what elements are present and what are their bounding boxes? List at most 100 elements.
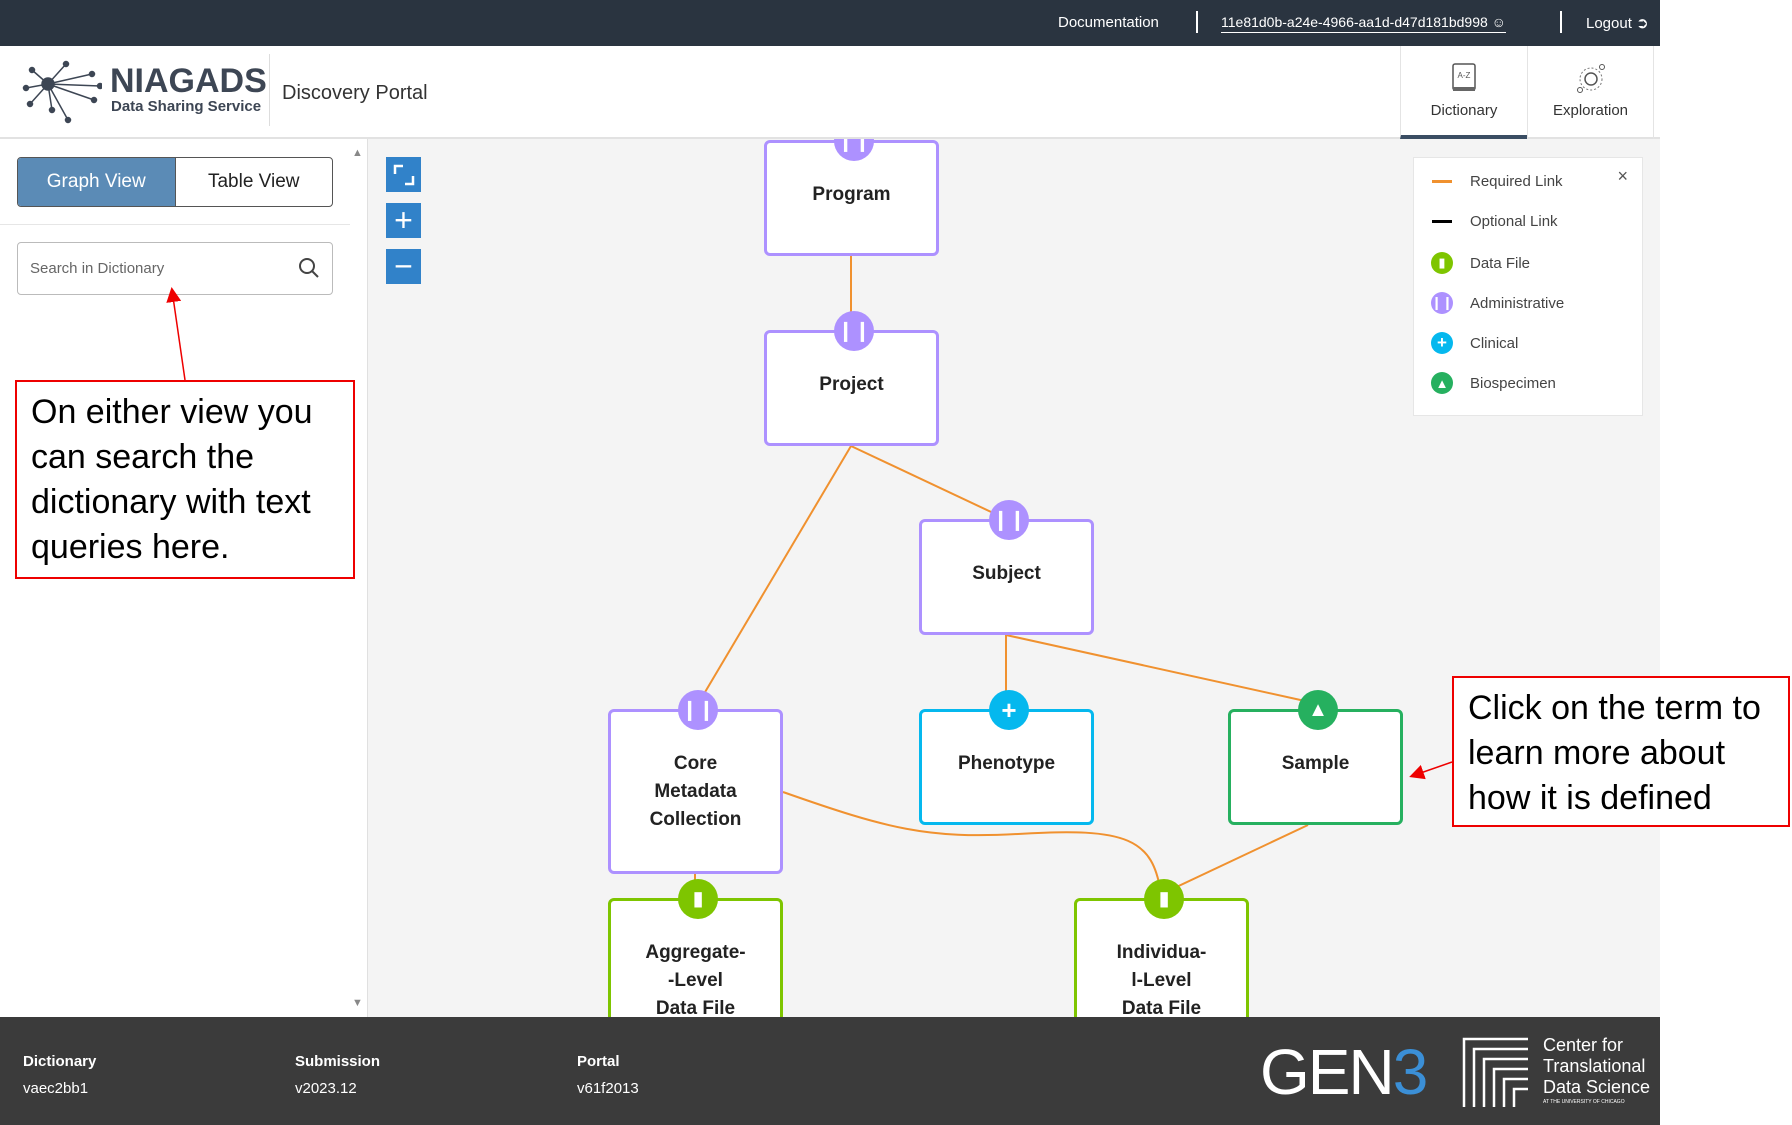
plus-icon: + bbox=[1431, 332, 1453, 354]
node-project[interactable]: ❙❙ Project bbox=[764, 311, 939, 446]
scroll-up-arrow[interactable]: ▲ bbox=[352, 147, 363, 159]
footer-label: Dictionary bbox=[23, 1053, 97, 1070]
node-core[interactable]: ❙❙ Core Metadata Collection bbox=[608, 690, 783, 874]
legend-optional-link: Optional Link bbox=[1430, 213, 1558, 230]
footer-value: v61f2013 bbox=[577, 1080, 639, 1097]
legend-label: Required Link bbox=[1470, 173, 1563, 190]
footer-portal-version: Portal v61f2013 bbox=[577, 1053, 639, 1097]
tab-exploration[interactable]: Exploration bbox=[1527, 46, 1654, 139]
file-icon: ▮ bbox=[1431, 252, 1453, 274]
footer-dictionary-version: Dictionary vaec2bb1 bbox=[23, 1053, 96, 1097]
legend-data-file: ▮ Data File bbox=[1430, 252, 1530, 274]
file-icon: ▮ bbox=[1144, 879, 1184, 919]
flask-icon: ▲ bbox=[1431, 372, 1453, 394]
exploration-icon bbox=[1576, 64, 1605, 93]
edge-project-core bbox=[694, 445, 852, 710]
close-legend-icon[interactable]: × bbox=[1617, 166, 1628, 187]
header: NIAGADS Data Sharing Service Discovery P… bbox=[0, 46, 1660, 139]
minus-icon: − bbox=[394, 248, 413, 284]
footer-label: Portal bbox=[577, 1053, 620, 1070]
node-label: Phenotype bbox=[957, 753, 1056, 774]
edge-project-subject bbox=[850, 445, 1007, 520]
node-individual[interactable]: ▮ Individua-l-Level Data File bbox=[1074, 879, 1249, 1017]
ctds-logo-icon bbox=[1460, 1035, 1532, 1107]
tab-label: Exploration bbox=[1552, 102, 1629, 119]
node-label: Metadata bbox=[654, 781, 737, 802]
node-label: Collection bbox=[649, 809, 742, 830]
footer-submission-version: Submission v2023.12 bbox=[295, 1053, 380, 1097]
gen3-logo[interactable]: GEN3 bbox=[1260, 1035, 1428, 1109]
tab-label: Dictionary bbox=[1430, 102, 1498, 119]
view-toggle: Graph View Table View bbox=[17, 157, 333, 207]
top-bar: Documentation 11e81d0b-a24e-4966-aa1d-d4… bbox=[0, 0, 1660, 46]
graph-view-button[interactable]: Graph View bbox=[18, 158, 176, 206]
scroll-down-arrow[interactable]: ▼ bbox=[352, 997, 363, 1009]
tab-dictionary[interactable]: A-Z Dictionary bbox=[1400, 46, 1527, 139]
user-icon: ☺ bbox=[1491, 14, 1506, 30]
divider bbox=[1560, 11, 1562, 33]
node-label: Subject bbox=[972, 563, 1041, 584]
table-view-button[interactable]: Table View bbox=[176, 158, 333, 206]
node-aggregate[interactable]: ▮ Aggregate- -Level Data File bbox=[608, 879, 783, 1017]
book-icon: ❙❙ bbox=[834, 139, 874, 161]
logo-title: NIAGADS bbox=[110, 62, 267, 100]
legend-clinical: + Clinical bbox=[1430, 332, 1518, 354]
divider bbox=[1196, 11, 1198, 33]
divider bbox=[269, 54, 270, 126]
documentation-link[interactable]: Documentation bbox=[1058, 14, 1159, 31]
plus-icon: + bbox=[989, 690, 1029, 730]
node-sample[interactable]: ▲ Sample bbox=[1228, 690, 1403, 825]
node-label: Program bbox=[812, 184, 891, 205]
annotation-callout-term: Click on the term to learn more about ho… bbox=[1452, 676, 1790, 827]
book-icon: ❙❙ bbox=[1431, 292, 1453, 314]
node-program[interactable]: ❙❙ Program bbox=[764, 139, 939, 256]
footer: Dictionary vaec2bb1 Submission v2023.12 Po… bbox=[0, 1017, 1660, 1125]
node-subject[interactable]: ❙❙ Subject bbox=[919, 500, 1094, 635]
logo-subtitle: Data Sharing Service bbox=[111, 98, 262, 115]
edge-sample-individual bbox=[1167, 824, 1309, 892]
file-icon: ▮ bbox=[678, 879, 718, 919]
legend-label: Optional Link bbox=[1470, 213, 1558, 230]
node-phenotype[interactable]: + Phenotype bbox=[919, 690, 1094, 825]
user-id-link[interactable]: 11e81d0b-a24e-4966-aa1d-d47d181bd998 ☺ bbox=[1221, 14, 1506, 33]
legend-label: Data File bbox=[1470, 254, 1531, 272]
node-label: l-Level bbox=[1131, 970, 1192, 991]
node-label: Data File bbox=[1121, 998, 1202, 1017]
legend: × Required Link Optional Link ▮ Data File… bbox=[1413, 157, 1643, 416]
zoom-out-button[interactable]: − bbox=[386, 248, 421, 284]
book-icon: ❙❙ bbox=[989, 500, 1029, 540]
logout-button[interactable]: Logout ➲ bbox=[1586, 14, 1649, 32]
node-label: Individua- bbox=[1116, 942, 1207, 963]
legend-label: Biospecimen bbox=[1470, 374, 1556, 392]
legend-administrative: ❙❙ Administrative bbox=[1430, 292, 1564, 314]
expand-icon bbox=[393, 164, 414, 185]
book-icon: ❙❙ bbox=[678, 690, 718, 730]
dictionary-book-icon: A-Z bbox=[1452, 63, 1476, 91]
node-label: Project bbox=[819, 374, 884, 395]
node-label: Data File bbox=[655, 998, 736, 1017]
portal-name: Discovery Portal bbox=[282, 82, 428, 104]
niagads-logo-icon[interactable] bbox=[22, 60, 104, 124]
graph-canvas[interactable]: + − ❙❙ Program ❙❙ Project ❙❙ Subject ❙❙ Core Met… bbox=[368, 139, 1660, 1017]
search-placeholder: Search in Dictionary bbox=[30, 260, 165, 277]
footer-value: vaec2bb1 bbox=[23, 1080, 89, 1097]
footer-value: v2023.12 bbox=[295, 1080, 357, 1097]
node-label: -Level bbox=[668, 970, 723, 991]
search-icon[interactable] bbox=[298, 257, 320, 279]
legend-label: Clinical bbox=[1470, 334, 1519, 352]
fit-view-button[interactable] bbox=[386, 157, 421, 192]
logout-label: Logout bbox=[1586, 15, 1632, 32]
legend-required-link: Required Link bbox=[1430, 173, 1563, 190]
flask-icon: ▲ bbox=[1298, 690, 1338, 730]
ctds-logo-text: Center for Translational Data Science AT TH… bbox=[1543, 1035, 1651, 1105]
edge-subject-sample bbox=[1005, 634, 1306, 702]
node-label: Core bbox=[673, 753, 718, 774]
logout-icon: ➲ bbox=[1636, 15, 1649, 32]
zoom-in-button[interactable]: + bbox=[386, 202, 421, 238]
legend-biospecimen: ▲ Biospecimen bbox=[1430, 372, 1556, 394]
user-id: 11e81d0b-a24e-4966-aa1d-d47d181bd998 bbox=[1221, 14, 1488, 30]
footer-label: Submission bbox=[295, 1053, 381, 1070]
annotation-callout-search: On either view you can search the dictio… bbox=[15, 380, 355, 579]
plus-icon: + bbox=[394, 202, 413, 238]
search-input[interactable]: Search in Dictionary bbox=[17, 242, 333, 295]
